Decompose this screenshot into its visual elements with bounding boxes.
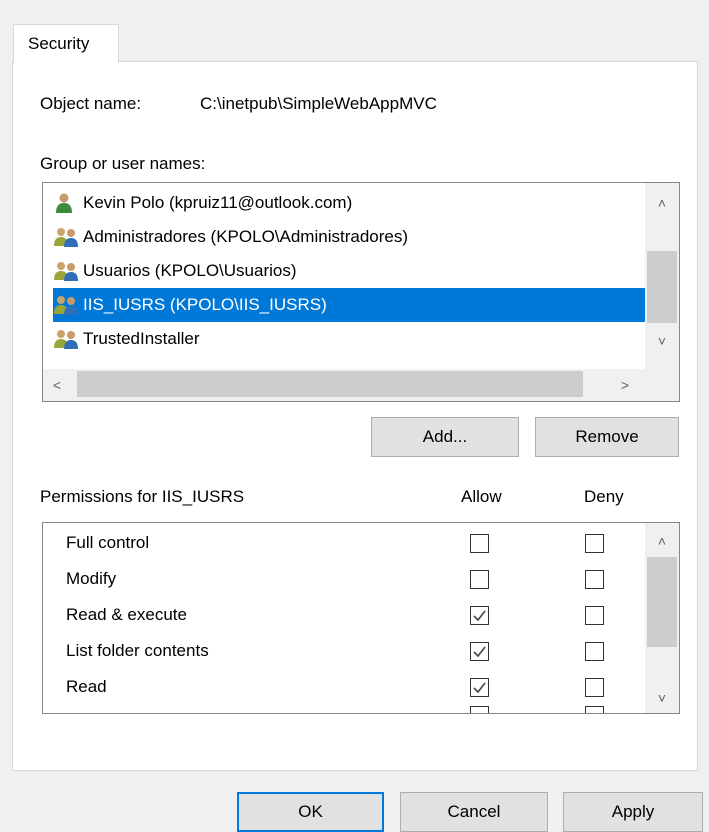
apply-button[interactable]: Apply: [563, 792, 703, 832]
permissions-list[interactable]: Full control Modify Read & execute List fol…: [42, 522, 680, 714]
permission-row: List folder contents: [43, 634, 643, 670]
deny-checkbox[interactable]: [585, 570, 604, 589]
scroll-thumb[interactable]: [647, 251, 677, 323]
tab-label: Security: [28, 34, 90, 53]
scroll-down-icon[interactable]: ˅: [645, 326, 679, 356]
permission-name: Read & execute: [66, 605, 187, 624]
cancel-button[interactable]: Cancel: [400, 792, 548, 832]
object-name-label: Object name:: [40, 94, 142, 113]
ok-button[interactable]: OK: [237, 792, 384, 832]
allow-checkbox[interactable]: [470, 678, 489, 697]
group-user-label: Group or user names:: [40, 154, 206, 173]
permission-name: Read: [66, 677, 107, 696]
scroll-up-icon[interactable]: ˄: [645, 526, 679, 556]
permissions-vscroll[interactable]: ˄ ˅: [645, 523, 679, 713]
user-list-item[interactable]: Usuarios (KPOLO\Usuarios): [53, 254, 647, 288]
permission-name: Modify: [66, 569, 117, 588]
user-list-item[interactable]: TrustedInstaller: [53, 322, 647, 356]
scroll-down-icon[interactable]: ˅: [645, 683, 679, 713]
users-group-icon: [53, 328, 79, 350]
hscroll-thumb[interactable]: [77, 371, 583, 397]
add-button[interactable]: Add...: [371, 417, 519, 457]
remove-button[interactable]: Remove: [535, 417, 679, 457]
permission-row: Read & execute: [43, 598, 643, 634]
scroll-left-icon[interactable]: ˂: [43, 370, 71, 400]
user-list-vscroll[interactable]: ˄ ˅: [645, 183, 679, 369]
user-name: Usuarios (KPOLO\Usuarios): [83, 261, 297, 280]
user-name: IIS_IUSRS (KPOLO\IIS_IUSRS): [83, 295, 327, 314]
scroll-up-icon[interactable]: ˄: [645, 188, 679, 218]
user-list-item[interactable]: IIS_IUSRS (KPOLO\IIS_IUSRS): [53, 288, 647, 322]
allow-checkbox[interactable]: [470, 534, 489, 553]
scroll-thumb[interactable]: [647, 557, 677, 647]
allow-checkbox[interactable]: [470, 642, 489, 661]
allow-checkbox-partial: [470, 706, 489, 713]
permission-row: Full control: [43, 526, 643, 562]
object-name-value: C:\inetpub\SimpleWebAppMVC: [200, 94, 437, 113]
users-group-icon: [53, 260, 79, 282]
deny-header: Deny: [584, 487, 624, 506]
user-icon: [53, 192, 79, 214]
user-name: Kevin Polo (kpruiz11@outlook.com): [83, 193, 353, 212]
deny-checkbox[interactable]: [585, 678, 604, 697]
users-group-icon: [53, 294, 79, 316]
deny-checkbox[interactable]: [585, 642, 604, 661]
user-list-item[interactable]: Kevin Polo (kpruiz11@outlook.com): [53, 186, 647, 220]
deny-checkbox[interactable]: [585, 534, 604, 553]
deny-checkbox[interactable]: [585, 606, 604, 625]
user-name: Administradores (KPOLO\Administradores): [83, 227, 409, 246]
permission-name: List folder contents: [66, 641, 209, 660]
users-group-icon: [53, 226, 79, 248]
permission-name: Full control: [66, 533, 150, 552]
scroll-corner: [645, 369, 679, 401]
allow-checkbox[interactable]: [470, 606, 489, 625]
allow-header: Allow: [461, 487, 502, 506]
permissions-title: Permissions for IIS_IUSRS: [40, 487, 245, 506]
allow-checkbox[interactable]: [470, 570, 489, 589]
scroll-right-icon[interactable]: ˃: [605, 370, 645, 400]
user-list[interactable]: Kevin Polo (kpruiz11@outlook.com) Adminis…: [42, 182, 680, 402]
tab-security[interactable]: Security: [13, 24, 119, 63]
user-list-hscroll[interactable]: ˂ ˃: [43, 369, 645, 401]
user-list-item[interactable]: Administradores (KPOLO\Administradores): [53, 220, 647, 254]
deny-checkbox-partial: [585, 706, 604, 713]
user-name: TrustedInstaller: [83, 329, 200, 348]
permission-row: Read: [43, 670, 643, 706]
permission-row: Modify: [43, 562, 643, 598]
